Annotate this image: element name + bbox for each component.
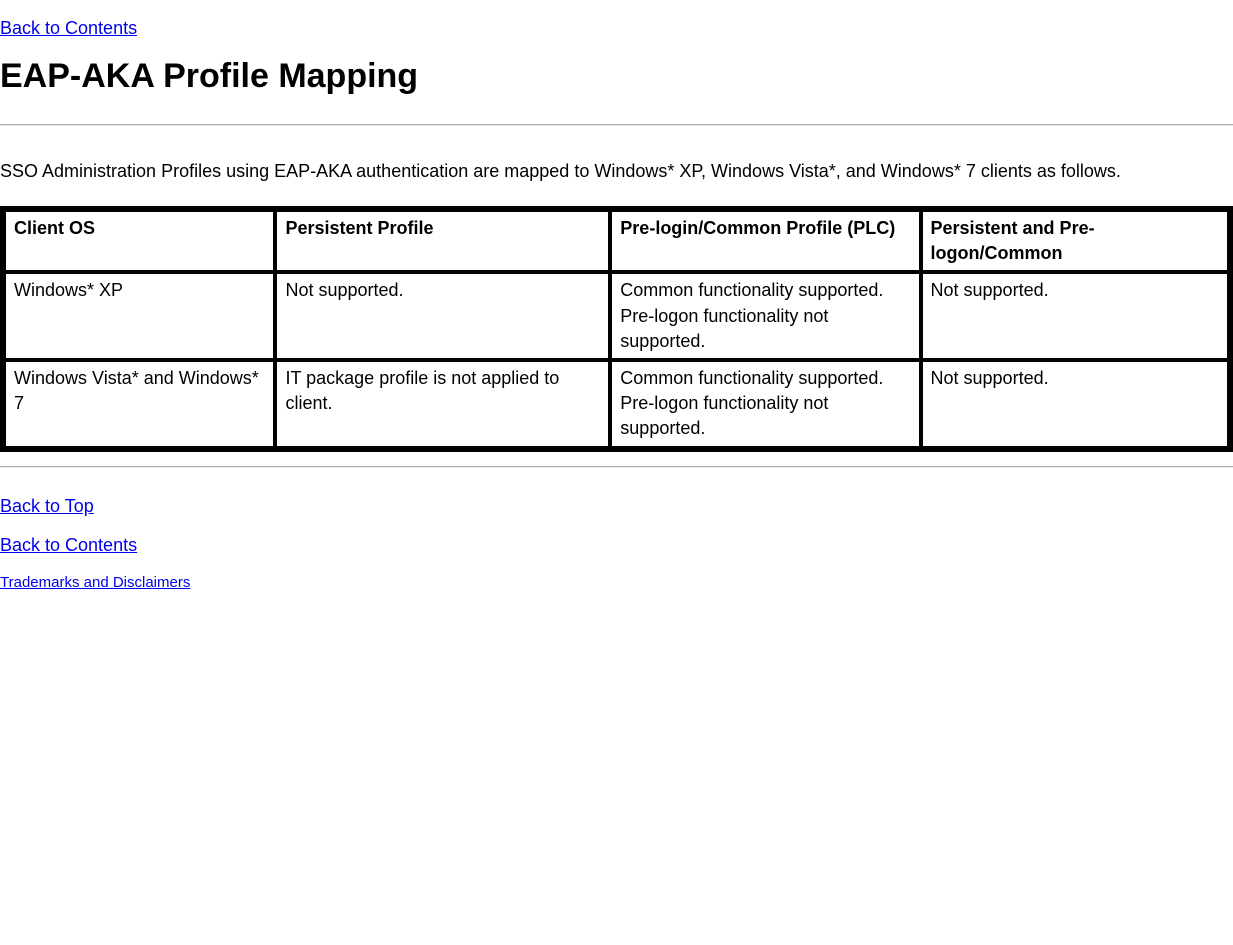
- intro-paragraph: SSO Administration Profiles using EAP-AK…: [0, 158, 1233, 184]
- cell-prelogin-common: Common functionality supported. Pre-logo…: [610, 272, 920, 360]
- back-to-contents-link-top[interactable]: Back to Contents: [0, 18, 137, 38]
- back-to-top-link[interactable]: Back to Top: [0, 496, 94, 516]
- cell-client-os: Windows Vista* and Windows* 7: [4, 360, 275, 448]
- divider-top: [0, 124, 1233, 126]
- cell-client-os: Windows* XP: [4, 272, 275, 360]
- header-persistent-prelogon: Persistent and Pre-logon/Common: [921, 210, 1229, 272]
- cell-persistent-prelogon: Not supported.: [921, 272, 1229, 360]
- header-client-os: Client OS: [4, 210, 275, 272]
- cell-prelogin-common: Common functionality supported. Pre-logo…: [610, 360, 920, 448]
- table-row: Windows* XP Not supported. Common functi…: [4, 272, 1229, 360]
- divider-bottom: [0, 466, 1233, 468]
- header-persistent-profile: Persistent Profile: [275, 210, 610, 272]
- back-to-contents-link-bottom[interactable]: Back to Contents: [0, 535, 137, 555]
- profile-mapping-table: Client OS Persistent Profile Pre-login/C…: [0, 206, 1233, 452]
- table-header-row: Client OS Persistent Profile Pre-login/C…: [4, 210, 1229, 272]
- cell-persistent-profile: Not supported.: [275, 272, 610, 360]
- cell-persistent-profile: IT package profile is not applied to cli…: [275, 360, 610, 448]
- trademarks-disclaimers-link[interactable]: Trademarks and Disclaimers: [0, 574, 190, 591]
- cell-persistent-prelogon: Not supported.: [921, 360, 1229, 448]
- header-prelogin-common: Pre-login/Common Profile (PLC): [610, 210, 920, 272]
- table-row: Windows Vista* and Windows* 7 IT package…: [4, 360, 1229, 448]
- page-title: EAP-AKA Profile Mapping: [0, 57, 1233, 96]
